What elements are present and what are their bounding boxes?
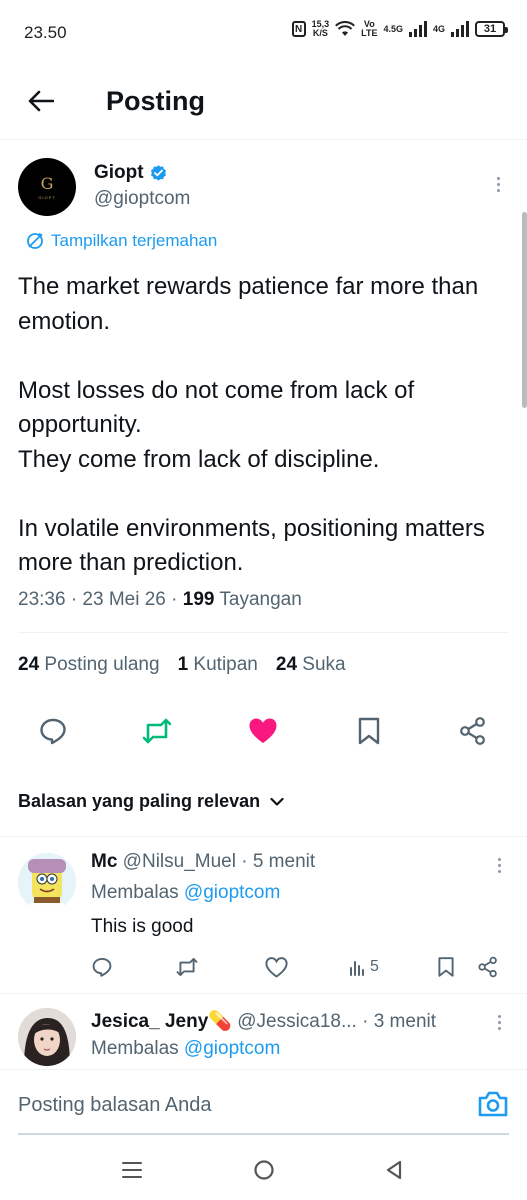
share-icon (478, 956, 497, 978)
divider (18, 632, 509, 633)
camera-button[interactable] (477, 1090, 509, 1120)
more-options-icon[interactable] (488, 172, 508, 196)
replying-to: Membalas @gioptcom (91, 882, 281, 903)
reply-item[interactable]: Mc @Nilsu_Muel · 5 menit Membalas @giopt… (0, 837, 527, 993)
replying-to-handle[interactable]: @gioptcom (184, 1038, 280, 1059)
verified-badge-icon (150, 164, 166, 181)
reply-header: Mc @Nilsu_Muel · 5 menit (91, 851, 315, 873)
reply-icon (92, 957, 112, 977)
reply-icon (40, 718, 66, 745)
network-speed: 15,3 K/S (311, 19, 330, 38)
tweet-time: 23:36 · 23 Mei 26 · (18, 589, 183, 610)
reply-author-name[interactable]: Mc (91, 851, 117, 872)
status-bar: 23.50 N 15,3 K/S Vo LTE 4.5G 4G 31 (0, 0, 527, 64)
sim1-signal-icon (408, 21, 427, 37)
views-count: 199 (182, 589, 215, 610)
battery-icon: 31 (475, 21, 508, 37)
camera-icon (478, 1091, 508, 1117)
likes-stat[interactable]: 24 Suka (276, 654, 346, 676)
repost-icon (142, 718, 172, 744)
more-options-icon[interactable] (489, 1010, 509, 1034)
home-button[interactable] (252, 1158, 276, 1182)
sim1-label: 4.5G (383, 23, 403, 34)
replying-to: Membalas @gioptcom (91, 1038, 281, 1059)
tweet-stats: 24 Posting ulang 1 Kutipan 24 Suka (18, 654, 346, 676)
sim2-label: 4G (432, 23, 445, 34)
more-options-icon[interactable] (489, 853, 509, 877)
avatar[interactable] (18, 853, 76, 911)
share-icon (460, 717, 485, 745)
views-button[interactable]: 5 (349, 953, 379, 981)
status-time: 23.50 (24, 23, 67, 42)
repost-button[interactable] (140, 714, 174, 748)
bookmark-icon (358, 717, 380, 745)
reply-author-name[interactable]: Jesica_ Jeny💊 (91, 1011, 232, 1032)
spongebob-avatar-image (18, 853, 76, 911)
page-title: Posting (106, 86, 205, 116)
top-header: Posting (0, 64, 527, 140)
heart-filled-icon (249, 718, 277, 743)
chevron-down-icon (270, 797, 284, 806)
reply-input[interactable]: Posting balasan Anda (18, 1094, 212, 1117)
input-underline (18, 1133, 509, 1135)
system-navigation-bar (0, 1136, 527, 1200)
reply-action-bar: 5 (91, 953, 501, 981)
avatar[interactable] (18, 1008, 76, 1066)
recent-apps-button[interactable] (120, 1158, 144, 1182)
reply-handle-time: @Nilsu_Muel · 5 menit (117, 851, 316, 872)
bookmark-button[interactable] (437, 953, 455, 981)
nav-back-button[interactable] (382, 1158, 406, 1182)
avatar-letter: G (40, 174, 54, 193)
tweet-meta: 23:36 · 23 Mei 26 · 199 Tayangan (18, 589, 302, 611)
reply-button[interactable] (91, 953, 113, 981)
back-triangle-icon (386, 1160, 402, 1180)
views-label: Tayangan (214, 589, 302, 610)
tweet-action-bar (36, 714, 492, 750)
volte-indicator: Vo LTE (361, 19, 378, 38)
repost-icon (176, 957, 198, 977)
bookmark-button[interactable] (352, 714, 386, 748)
share-button[interactable] (456, 714, 490, 748)
heart-icon (265, 956, 288, 978)
like-button[interactable] (265, 953, 288, 981)
reply-handle-time: @Jessica18... · 3 menit (231, 1011, 437, 1032)
home-circle-icon (254, 1160, 274, 1180)
sim2-signal-icon (451, 21, 469, 37)
wifi-icon (335, 21, 356, 36)
avatar-subtext: GIOPT (38, 195, 56, 200)
reply-composer: Posting balasan Anda (0, 1069, 527, 1135)
reply-item[interactable]: Jesica_ Jeny💊 @Jessica18... · 3 menit Me… (0, 994, 527, 1069)
tweet-author: G GIOPT Giopt @gioptcom (18, 158, 508, 218)
back-button[interactable] (24, 84, 58, 118)
author-name[interactable]: Giopt (94, 162, 168, 184)
replying-to-handle[interactable]: @gioptcom (184, 882, 280, 903)
reposts-stat[interactable]: 24 Posting ulang (18, 654, 160, 676)
scrollbar[interactable] (522, 212, 527, 408)
author-handle[interactable]: @gioptcom (94, 188, 190, 210)
repost-button[interactable] (175, 953, 199, 981)
share-button[interactable] (477, 953, 499, 981)
reply-text: This is good (91, 916, 194, 937)
reply-button[interactable] (36, 714, 70, 748)
like-button[interactable] (246, 714, 280, 748)
arrow-left-icon (28, 90, 54, 112)
bookmark-icon (438, 957, 454, 977)
user-photo-avatar-image (18, 1008, 76, 1066)
battery-level: 31 (483, 23, 497, 35)
reply-header: Jesica_ Jeny💊 @Jessica18... · 3 menit (91, 1009, 436, 1033)
globe-translate-icon (27, 232, 43, 249)
quotes-stat[interactable]: 1 Kutipan (178, 654, 258, 676)
translate-link[interactable]: Tampilkan terjemahan (26, 231, 217, 251)
analytics-bar-icon (350, 961, 364, 976)
tweet-text: The market rewards patience far more tha… (18, 273, 485, 576)
views-count: 5 (370, 958, 379, 975)
nfc-icon: N (291, 21, 306, 37)
status-icons: N 15,3 K/S Vo LTE 4.5G 4G 31 (291, 19, 508, 38)
sort-replies-dropdown[interactable]: Balasan yang paling relevan (18, 791, 284, 812)
menu-lines-icon (122, 1162, 142, 1178)
avatar[interactable]: G GIOPT (18, 158, 76, 216)
